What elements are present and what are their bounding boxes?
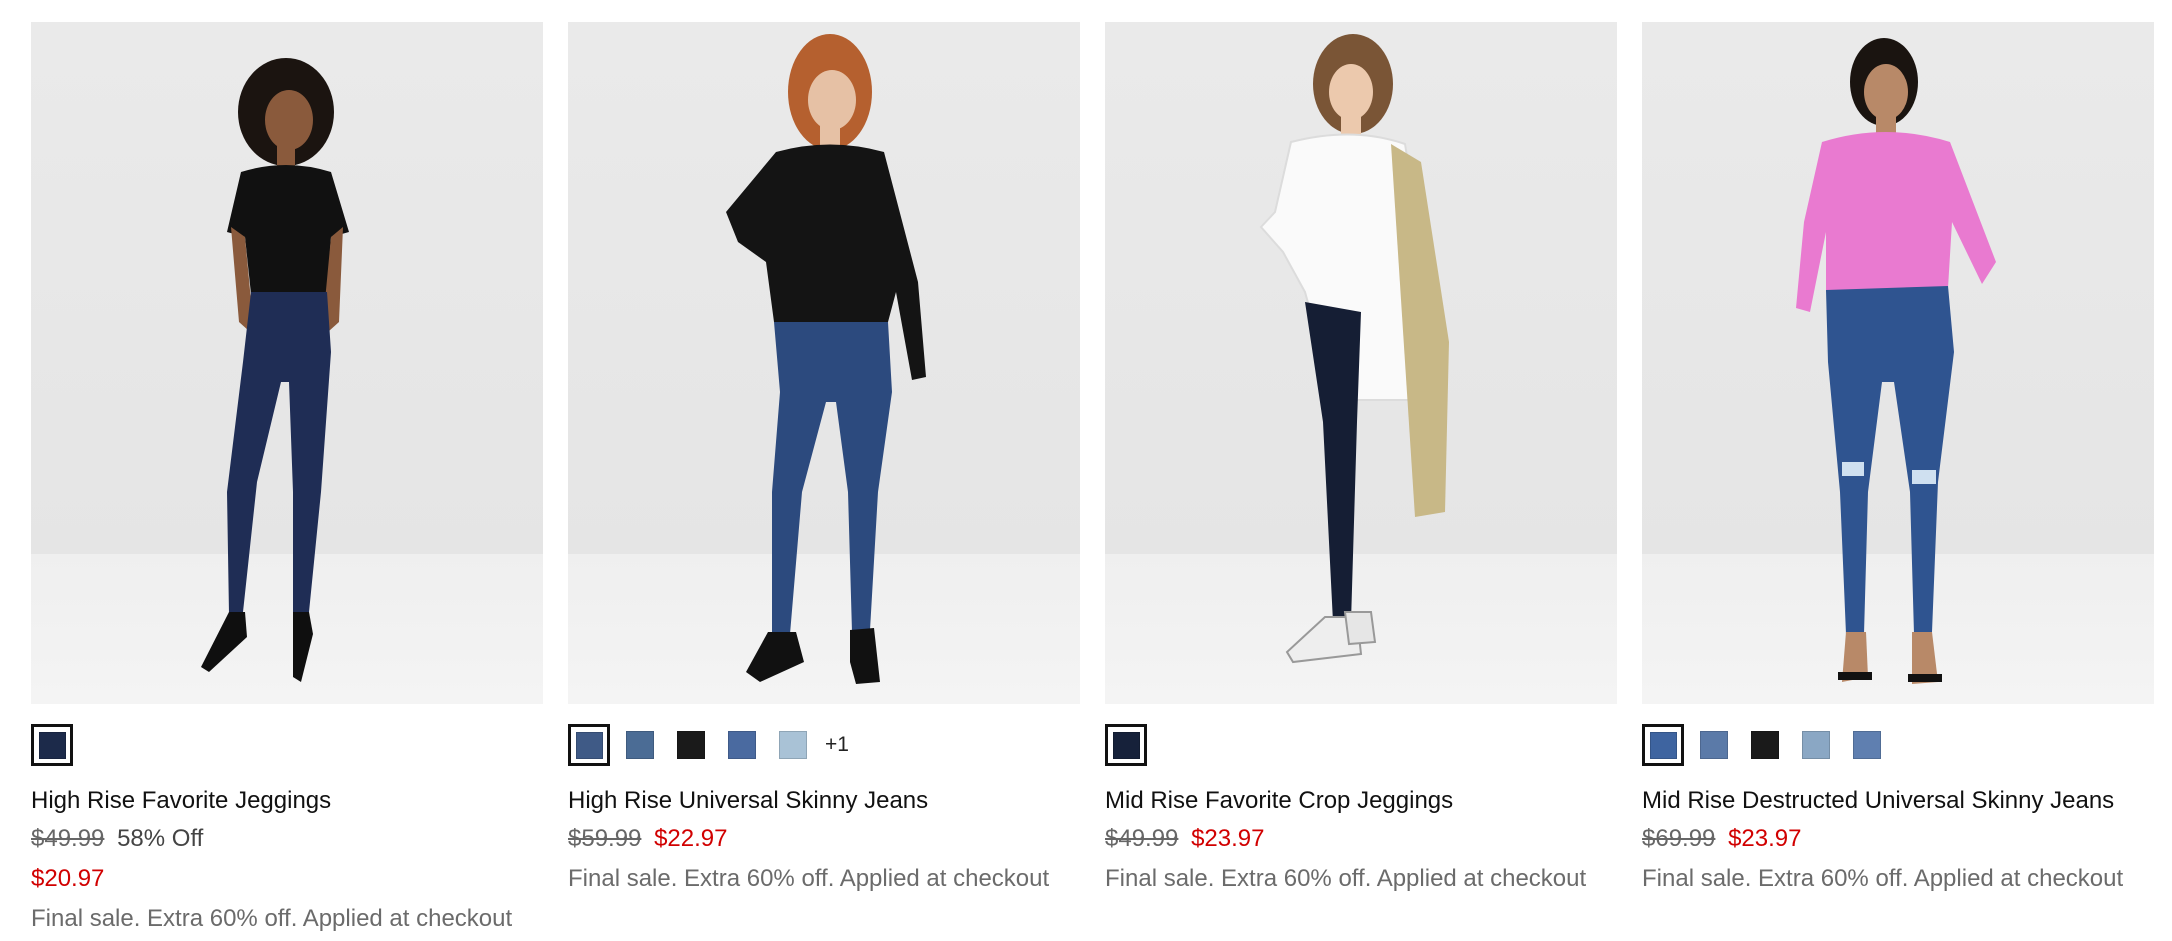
- swatch-chip: [1112, 731, 1140, 759]
- product-card[interactable]: Mid Rise Favorite Crop Jeggings $49.99 $…: [1105, 22, 1617, 936]
- color-swatch[interactable]: [1693, 724, 1735, 766]
- swatch-chip: [728, 731, 756, 759]
- price-row: $49.99 $23.97: [1105, 822, 1617, 856]
- swatch-chip: [575, 731, 603, 759]
- more-colors-link[interactable]: +1: [825, 733, 849, 757]
- model-illustration: [1796, 38, 1996, 684]
- original-price: $49.99: [31, 825, 105, 852]
- model-illustration: [201, 58, 349, 682]
- price-row: $69.99 $23.97: [1642, 822, 2154, 856]
- color-swatch[interactable]: [772, 724, 814, 766]
- swatch-chip: [677, 731, 705, 759]
- color-swatch[interactable]: [1642, 724, 1684, 766]
- color-swatches: +1: [568, 724, 1080, 766]
- product-name[interactable]: High Rise Favorite Jeggings: [31, 784, 543, 818]
- color-swatch[interactable]: [670, 724, 712, 766]
- color-swatch[interactable]: [1795, 724, 1837, 766]
- product-name[interactable]: Mid Rise Destructed Universal Skinny Jea…: [1642, 784, 2154, 818]
- product-card[interactable]: +1 High Rise Universal Skinny Jeans $59.…: [568, 22, 1080, 936]
- swatch-chip: [779, 731, 807, 759]
- sale-price: $23.97: [1191, 825, 1265, 852]
- sale-note: Final sale. Extra 60% off. Applied at ch…: [1105, 865, 1587, 892]
- color-swatches: [1642, 724, 2154, 766]
- model-illustration: [726, 34, 926, 684]
- sale-note: Final sale. Extra 60% off. Applied at ch…: [568, 865, 1050, 892]
- original-price: $49.99: [1105, 825, 1179, 852]
- color-swatch[interactable]: [1105, 724, 1147, 766]
- product-image[interactable]: [1642, 22, 2154, 704]
- product-card[interactable]: Mid Rise Destructed Universal Skinny Jea…: [1642, 22, 2154, 936]
- sale-price: $23.97: [1728, 825, 1802, 852]
- color-swatch[interactable]: [1846, 724, 1888, 766]
- original-price: $59.99: [568, 825, 642, 852]
- product-name[interactable]: Mid Rise Favorite Crop Jeggings: [1105, 784, 1617, 818]
- product-card[interactable]: High Rise Favorite Jeggings $49.99 58% O…: [31, 22, 543, 936]
- swatch-chip: [626, 731, 654, 759]
- color-swatch[interactable]: [568, 724, 610, 766]
- sale-price: $22.97: [654, 825, 728, 852]
- discount-text: 58% Off: [117, 825, 204, 852]
- swatch-chip: [1802, 731, 1830, 759]
- swatch-chip: [1649, 731, 1677, 759]
- color-swatch[interactable]: [1744, 724, 1786, 766]
- product-image[interactable]: [31, 22, 543, 704]
- sale-note: Final sale. Extra 60% off. Applied at ch…: [1642, 865, 2124, 892]
- sale-note: Final sale. Extra 60% off. Applied at ch…: [31, 905, 513, 932]
- color-swatch[interactable]: [31, 724, 73, 766]
- product-image[interactable]: [1105, 22, 1617, 704]
- swatch-chip: [38, 731, 66, 759]
- price-row: $59.99 $22.97: [568, 822, 1080, 856]
- color-swatch[interactable]: [721, 724, 763, 766]
- swatch-chip: [1751, 731, 1779, 759]
- model-illustration: [1259, 34, 1449, 664]
- product-image[interactable]: [568, 22, 1080, 704]
- color-swatch[interactable]: [619, 724, 661, 766]
- product-name[interactable]: High Rise Universal Skinny Jeans: [568, 784, 1080, 818]
- swatch-chip: [1700, 731, 1728, 759]
- swatch-chip: [1853, 731, 1881, 759]
- original-price: $69.99: [1642, 825, 1716, 852]
- product-grid: High Rise Favorite Jeggings $49.99 58% O…: [31, 22, 2154, 936]
- sale-price: $20.97: [31, 865, 105, 892]
- color-swatches: [31, 724, 543, 766]
- price-row: $49.99 58% Off: [31, 822, 543, 856]
- color-swatches: [1105, 724, 1617, 766]
